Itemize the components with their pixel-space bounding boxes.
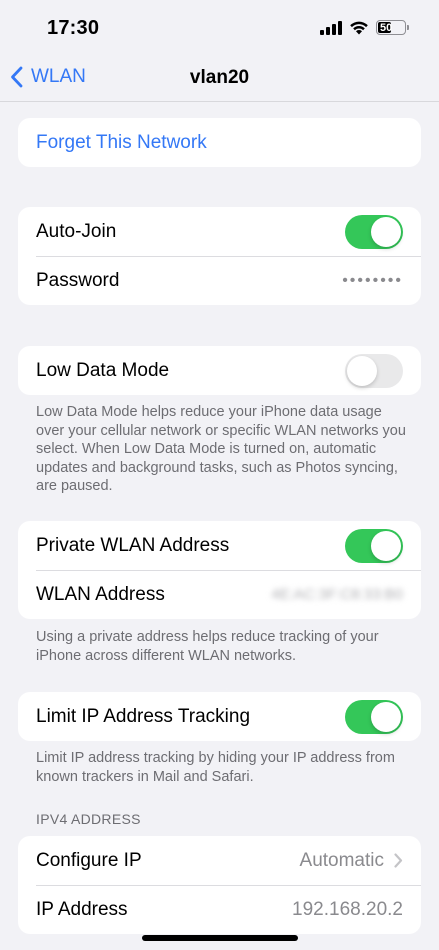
limit-ip-group: Limit IP Address Tracking — [18, 692, 421, 741]
private-address-footnote: Using a private address helps reduce tra… — [36, 629, 379, 664]
password-label: Password — [36, 269, 120, 291]
auto-join-label: Auto-Join — [36, 220, 117, 242]
ipv4-group: Configure IP Automatic IP Address 192.16… — [18, 836, 421, 934]
wlan-address-value: 4E:AC:3F:C8:33:B0 — [271, 586, 403, 603]
low-data-group: Low Data Mode — [18, 346, 421, 395]
password-row[interactable]: Password •••••••• — [18, 256, 421, 305]
ip-address-row: IP Address 192.168.20.2 — [18, 885, 421, 934]
join-group: Auto-Join Password •••••••• — [18, 207, 421, 305]
battery-icon: 50 — [376, 20, 406, 35]
low-data-toggle[interactable] — [345, 353, 403, 388]
cellular-signal-icon — [320, 20, 342, 35]
auto-join-row: Auto-Join — [18, 207, 421, 256]
status-time: 17:30 — [47, 17, 100, 39]
home-indicator — [142, 935, 298, 941]
forget-group: Forget This Network — [18, 118, 421, 167]
wlan-address-row: WLAN Address 4E:AC:3F:C8:33:B0 — [18, 570, 421, 619]
forget-network-label: Forget This Network — [36, 131, 207, 153]
auto-join-toggle[interactable] — [345, 214, 403, 249]
low-data-label: Low Data Mode — [36, 359, 170, 381]
limit-ip-row: Limit IP Address Tracking — [18, 692, 421, 741]
configure-ip-value: Automatic — [299, 849, 384, 871]
page-title: vlan20 — [189, 67, 250, 88]
wifi-icon — [350, 21, 368, 35]
private-address-label: Private WLAN Address — [36, 534, 230, 556]
limit-ip-footnote: Limit IP address tracking by hiding your… — [36, 750, 395, 785]
navigation-bar: WLAN vlan20 — [0, 58, 439, 102]
low-data-footnote: Low Data Mode helps reduce your iPhone d… — [36, 404, 406, 494]
limit-ip-label: Limit IP Address Tracking — [36, 705, 251, 727]
private-address-group: Private WLAN Address WLAN Address 4E:AC:… — [18, 521, 421, 619]
ip-address-value: 192.168.20.2 — [292, 898, 403, 920]
configure-ip-label: Configure IP — [36, 849, 142, 871]
chevron-right-icon — [394, 853, 403, 868]
configure-ip-row[interactable]: Configure IP Automatic — [18, 836, 421, 885]
status-bar: 17:30 50 — [0, 0, 439, 58]
ipv4-section-header: IPV4 ADDRESS — [36, 811, 141, 827]
forget-network-button[interactable]: Forget This Network — [18, 118, 421, 167]
ip-address-label: IP Address — [36, 898, 128, 920]
password-value: •••••••• — [342, 271, 403, 289]
low-data-row: Low Data Mode — [18, 346, 421, 395]
private-address-toggle[interactable] — [345, 528, 403, 563]
wlan-address-label: WLAN Address — [36, 583, 165, 605]
status-icons: 50 — [320, 20, 409, 35]
limit-ip-toggle[interactable] — [345, 699, 403, 734]
private-address-row: Private WLAN Address — [18, 521, 421, 570]
battery-level: 50 — [380, 21, 393, 34]
